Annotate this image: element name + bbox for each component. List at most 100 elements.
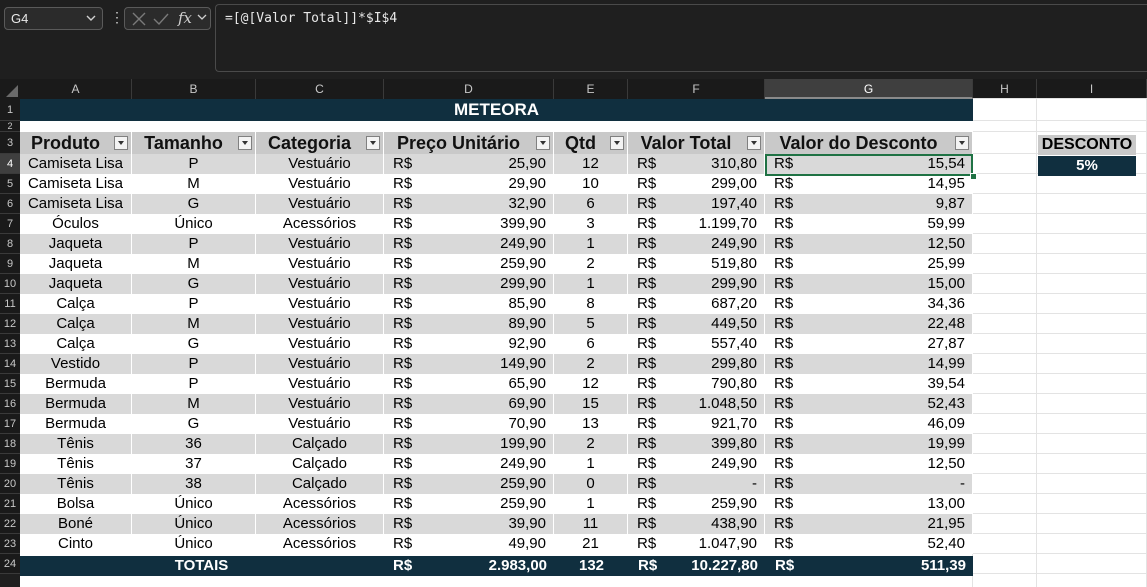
cell-total[interactable]: R$ 438,90 [628, 514, 765, 534]
cell-categoria[interactable]: Calçado [256, 454, 384, 474]
cell-tamanho[interactable]: P [132, 154, 256, 174]
cell-categoria[interactable]: Acessórios [256, 214, 384, 234]
cell-preco[interactable]: R$ 249,90 [384, 234, 554, 254]
cell-tamanho[interactable]: M [132, 394, 256, 414]
column-header-e[interactable]: E [554, 79, 628, 99]
cell-desconto[interactable]: R$ 39,54 [765, 374, 973, 394]
cell-produto[interactable]: Jaqueta [20, 234, 132, 254]
cell-tamanho[interactable]: P [132, 354, 256, 374]
cell-desconto[interactable]: R$ 52,43 [765, 394, 973, 414]
insert-function-button[interactable]: fx [178, 9, 192, 27]
confirm-icon[interactable] [153, 11, 169, 27]
cell-tamanho[interactable]: 36 [132, 434, 256, 454]
cell-tamanho[interactable]: P [132, 374, 256, 394]
select-all-corner[interactable] [0, 79, 20, 99]
cell-preco[interactable]: R$ 39,90 [384, 514, 554, 534]
cell-produto[interactable]: Vestido [20, 354, 132, 374]
cell-total[interactable]: R$ 449,50 [628, 314, 765, 334]
cell-categoria[interactable]: Vestuário [256, 274, 384, 294]
cell-categoria[interactable]: Vestuário [256, 154, 384, 174]
cell-tamanho[interactable]: 38 [132, 474, 256, 494]
cell-preco[interactable]: R$ 25,90 [384, 154, 554, 174]
cell-preco[interactable]: R$ 299,90 [384, 274, 554, 294]
cell-produto[interactable]: Bolsa [20, 494, 132, 514]
cell-preco[interactable]: R$ 49,90 [384, 534, 554, 554]
row-header[interactable]: 6 [0, 194, 20, 214]
cell-preco[interactable]: R$ 69,90 [384, 394, 554, 414]
cell-desconto[interactable]: R$ 19,99 [765, 434, 973, 454]
cell-desconto[interactable]: R$ 13,00 [765, 494, 973, 514]
filter-dropdown-icon[interactable] [366, 136, 380, 150]
cell-desconto[interactable]: R$ 9,87 [765, 194, 973, 214]
fill-handle[interactable] [970, 173, 977, 180]
cell-preco[interactable]: R$ 70,90 [384, 414, 554, 434]
cell-preco[interactable]: R$ 85,90 [384, 294, 554, 314]
cell-produto[interactable]: Camiseta Lisa [20, 154, 132, 174]
discount-value[interactable]: 5% [1038, 156, 1136, 176]
cell-categoria[interactable]: Acessórios [256, 534, 384, 554]
cell-produto[interactable]: Bermuda [20, 394, 132, 414]
cell-categoria[interactable]: Vestuário [256, 314, 384, 334]
cell-total[interactable]: R$ 310,80 [628, 154, 765, 174]
cell-qtd[interactable]: 5 [554, 314, 628, 334]
cell-desconto[interactable]: R$ 15,00 [765, 274, 973, 294]
cell-desconto[interactable]: R$ 21,95 [765, 514, 973, 534]
cell-tamanho[interactable]: P [132, 234, 256, 254]
cell-total[interactable]: R$ 921,70 [628, 414, 765, 434]
cell-qtd[interactable]: 10 [554, 174, 628, 194]
more-options-icon[interactable]: ⋮ [110, 9, 124, 26]
cancel-icon[interactable] [131, 11, 147, 27]
row-header[interactable]: 19 [0, 454, 20, 474]
row-header[interactable]: 2 [0, 121, 20, 132]
cell-total[interactable]: R$ 519,80 [628, 254, 765, 274]
cell-desconto[interactable]: R$ 34,36 [765, 294, 973, 314]
cell-tamanho[interactable]: 37 [132, 454, 256, 474]
name-box[interactable]: G4 [4, 7, 103, 30]
row-header[interactable]: 14 [0, 354, 20, 374]
row-header[interactable]: 9 [0, 254, 20, 274]
cell-qtd[interactable]: 2 [554, 254, 628, 274]
row-header[interactable]: 22 [0, 514, 20, 534]
cell-tamanho[interactable]: Único [132, 214, 256, 234]
filter-dropdown-icon[interactable] [114, 136, 128, 150]
totals-discount[interactable]: R$ 511,39 [766, 556, 973, 576]
cell-categoria[interactable]: Vestuário [256, 174, 384, 194]
cell-categoria[interactable]: Vestuário [256, 294, 384, 314]
cell-total[interactable]: R$ 299,00 [628, 174, 765, 194]
row-header[interactable]: 15 [0, 374, 20, 394]
cell-tamanho[interactable]: Único [132, 514, 256, 534]
cell-desconto[interactable]: R$ 25,99 [765, 254, 973, 274]
cell-total[interactable]: R$ 1.047,90 [628, 534, 765, 554]
cell-categoria[interactable]: Acessórios [256, 514, 384, 534]
cell-qtd[interactable]: 13 [554, 414, 628, 434]
cell-desconto[interactable]: R$ 14,95 [765, 174, 973, 194]
cell-total[interactable]: R$ 299,80 [628, 354, 765, 374]
cell-preco[interactable]: R$ 32,90 [384, 194, 554, 214]
row-header[interactable]: 21 [0, 494, 20, 514]
cell-categoria[interactable]: Vestuário [256, 254, 384, 274]
filter-dropdown-icon[interactable] [238, 136, 252, 150]
column-header-a[interactable]: A [20, 79, 132, 99]
cell-tamanho[interactable]: G [132, 194, 256, 214]
row-header[interactable]: 12 [0, 314, 20, 334]
cell-total[interactable]: R$ 197,40 [628, 194, 765, 214]
row-header[interactable]: 5 [0, 174, 20, 194]
filter-dropdown-icon[interactable] [610, 136, 624, 150]
cell-produto[interactable]: Camiseta Lisa [20, 194, 132, 214]
cell-qtd[interactable]: 12 [554, 374, 628, 394]
cell-tamanho[interactable]: G [132, 334, 256, 354]
cell-tamanho[interactable]: P [132, 294, 256, 314]
cell-produto[interactable]: Tênis [20, 434, 132, 454]
column-header-g[interactable]: G [765, 79, 973, 99]
cell-qtd[interactable]: 0 [554, 474, 628, 494]
row-header[interactable]: 18 [0, 434, 20, 454]
cell-desconto[interactable]: R$ 12,50 [765, 234, 973, 254]
totals-qty[interactable]: 132 [555, 556, 628, 576]
cell-tamanho[interactable]: Único [132, 534, 256, 554]
cell-produto[interactable]: Calça [20, 314, 132, 334]
cell-total[interactable]: R$ 557,40 [628, 334, 765, 354]
cell-preco[interactable]: R$ 259,90 [384, 474, 554, 494]
cell-produto[interactable]: Jaqueta [20, 254, 132, 274]
cell-desconto[interactable]: R$ - [765, 474, 973, 494]
cell-categoria[interactable]: Vestuário [256, 414, 384, 434]
